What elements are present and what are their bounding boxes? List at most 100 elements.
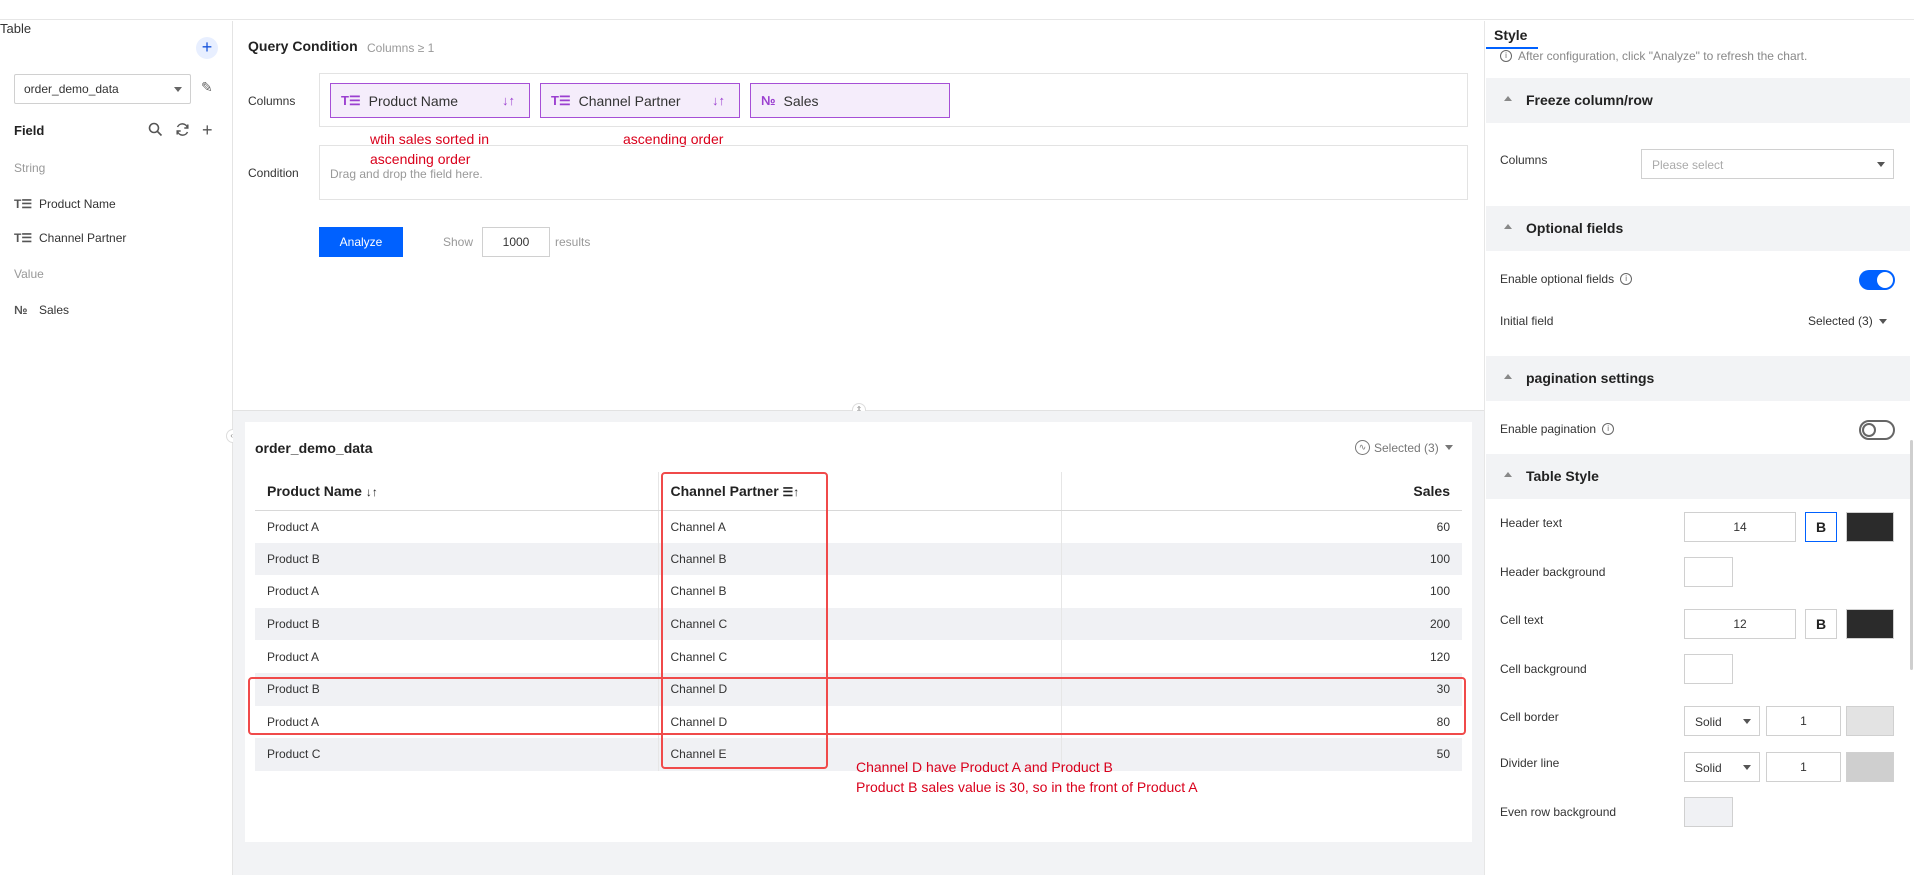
column-chip-product-name[interactable]: T☰ Product Name ↓↑ (330, 83, 530, 118)
select-value: Solid (1695, 715, 1722, 729)
sort-ascending-icon[interactable]: ↓↑ (366, 485, 378, 499)
group-label-string: String (14, 161, 46, 175)
divider-color-swatch[interactable] (1846, 752, 1894, 782)
cell-border-style-select[interactable]: Solid (1684, 706, 1760, 736)
datasource-select[interactable]: order_demo_data (14, 74, 191, 104)
chip-label: Product Name (368, 92, 459, 109)
header-bold-button[interactable]: B (1805, 512, 1837, 542)
add-field-icon[interactable]: + (202, 120, 213, 141)
chip-label: Channel Partner (578, 92, 681, 109)
field-label: Sales (39, 303, 70, 317)
enable-pagination-row: Enable pagination i (1500, 422, 1615, 436)
enable-optional-fields-toggle[interactable] (1859, 270, 1895, 290)
cell-border-label: Cell border (1500, 710, 1559, 724)
annotation-channel-d: Channel D have Product A and Product B P… (856, 757, 1198, 797)
table-panel-title: Table (0, 21, 32, 36)
selected-fields-dropdown[interactable]: ∿ Selected (3) (1355, 440, 1453, 455)
table-row: Product A Channel B 100 (255, 575, 1462, 608)
section-title: Optional fields (1526, 220, 1624, 236)
info-icon[interactable]: i (1602, 423, 1615, 435)
chevron-down-icon (1878, 318, 1887, 324)
table-row: Product B Channel C 200 (255, 607, 1462, 641)
select-placeholder: Please select (1652, 158, 1724, 172)
header-text-size-input[interactable]: 14 (1684, 512, 1796, 542)
sort-ascending-icon[interactable]: ↓↑ (502, 93, 515, 108)
cell-text-size-input[interactable]: 12 (1684, 609, 1796, 639)
condition-label: Condition (248, 166, 299, 180)
header-text-color-swatch[interactable] (1846, 512, 1894, 542)
info-icon: i (1500, 50, 1512, 62)
setting-label: Enable optional fields (1500, 272, 1615, 286)
even-row-background-swatch[interactable] (1684, 797, 1733, 827)
result-limit-input[interactable]: 1000 (482, 227, 550, 257)
field-label: Product Name (39, 197, 116, 211)
text-type-icon: T☰ (341, 92, 361, 108)
cell-border-color-swatch[interactable] (1846, 706, 1894, 736)
initial-field-select[interactable]: Selected (3) (1808, 314, 1887, 328)
analyze-button[interactable]: Analyze (319, 227, 403, 257)
table-row: Product A Channel C 120 (255, 640, 1462, 673)
chevron-down-icon (174, 87, 182, 92)
annotation-line: Product B sales value is 30, so in the f… (856, 779, 1198, 795)
text-type-icon: T☰ (14, 231, 33, 245)
field-item-product-name[interactable]: T☰ Product Name (14, 197, 116, 211)
section-optional-fields[interactable]: Optional fields (1486, 206, 1910, 251)
style-note-text: After configuration, click "Analyze" to … (1518, 49, 1808, 63)
show-label: Show (443, 235, 474, 249)
highlight-channel-d-rows (248, 677, 1466, 735)
collapse-icon (1504, 224, 1512, 229)
select-value: Solid (1695, 761, 1722, 775)
cell-text-color-swatch[interactable] (1846, 609, 1894, 639)
top-bar (0, 0, 1914, 20)
cell-background-swatch[interactable] (1684, 654, 1733, 684)
sort-ascending-icon[interactable]: ↓↑ (712, 93, 725, 108)
chevron-down-icon (1743, 765, 1751, 770)
edit-icon[interactable]: ✎ (201, 79, 213, 96)
cell-border-width-input[interactable]: 1 (1766, 706, 1841, 736)
tab-style[interactable]: Style (1494, 27, 1527, 43)
info-icon[interactable]: i (1620, 273, 1633, 285)
add-table-icon[interactable]: + (196, 37, 218, 59)
collapse-icon (1504, 374, 1512, 379)
divider-width-input[interactable]: 1 (1766, 752, 1841, 782)
chevron-down-icon (1877, 162, 1885, 167)
section-title: Freeze column/row (1526, 92, 1653, 108)
chevron-down-icon (1444, 445, 1453, 450)
group-label-value: Value (14, 267, 44, 281)
select-value: Selected (3) (1808, 314, 1873, 328)
toggle-knob (1862, 423, 1876, 437)
section-title: Table Style (1526, 468, 1599, 484)
section-title: pagination settings (1526, 370, 1655, 386)
initial-field-label: Initial field (1500, 314, 1554, 328)
field-label: Channel Partner (39, 231, 127, 245)
condition-dropzone[interactable]: Drag and drop the field here. (319, 145, 1468, 200)
field-item-channel-partner[interactable]: T☰ Channel Partner (14, 231, 126, 245)
divider-style-select[interactable]: Solid (1684, 752, 1760, 782)
setting-label: Enable pagination (1500, 422, 1597, 436)
header-background-swatch[interactable] (1684, 557, 1733, 587)
divider-line-label: Divider line (1500, 756, 1560, 770)
enable-pagination-toggle[interactable] (1859, 420, 1895, 440)
refresh-icon[interactable] (175, 122, 190, 141)
header-sales[interactable]: Sales (1061, 472, 1462, 511)
column-chip-sales[interactable]: № Sales (750, 83, 950, 118)
field-item-sales[interactable]: № Sales (14, 303, 69, 317)
cell-bold-button[interactable]: B (1805, 609, 1837, 639)
table-row: Product B Channel B 100 (255, 542, 1462, 576)
field-panel-title: Field (14, 123, 45, 138)
section-pagination[interactable]: pagination settings (1486, 356, 1910, 401)
freeze-columns-select[interactable]: Please select (1641, 149, 1894, 179)
chip-label: Sales (783, 92, 819, 109)
style-panel-scrollbar[interactable] (1910, 440, 1913, 670)
query-title: Query Condition (248, 38, 358, 54)
search-icon[interactable] (148, 122, 163, 141)
header-product-name[interactable]: Product Name ↓↑ (255, 472, 659, 511)
section-table-style[interactable]: Table Style (1486, 454, 1910, 499)
toggle-knob (1877, 272, 1893, 288)
enable-optional-fields-row: Enable optional fields i (1500, 272, 1633, 286)
column-chip-channel-partner[interactable]: T☰ Channel Partner ↓↑ (540, 83, 740, 118)
section-freeze[interactable]: Freeze column/row (1486, 78, 1910, 123)
number-type-icon: № (761, 93, 776, 108)
chart-icon: ∿ (1355, 440, 1370, 455)
collapse-icon (1504, 96, 1512, 101)
